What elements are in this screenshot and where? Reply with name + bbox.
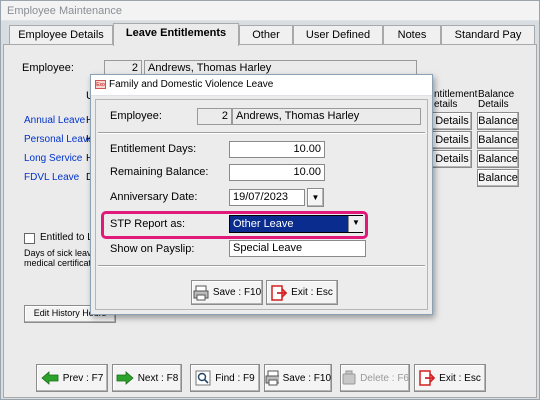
tab-notes[interactable]: Notes <box>383 25 441 45</box>
employee-label: Employee: <box>22 62 74 74</box>
balance-button-fdvl[interactable]: Balance <box>477 169 519 187</box>
find-button-label: Find : F9 <box>215 372 255 384</box>
balance-button-long-service[interactable]: Balance <box>477 150 519 168</box>
next-button-label: Next : F8 <box>137 372 179 384</box>
window-title: Employee Maintenance <box>1 1 539 21</box>
delete-button-label: Delete : F6 <box>360 372 409 384</box>
dialog-save-label: Save : F10 <box>212 287 262 298</box>
leave-name-long-service[interactable]: Long Service <box>24 153 82 164</box>
search-icon <box>195 370 211 386</box>
leave-name-fdvl[interactable]: FDVL Leave <box>24 172 79 183</box>
date-dropdown-button[interactable]: ▼ <box>307 188 324 207</box>
stp-report-value: Other Leave <box>233 218 294 230</box>
delete-button[interactable]: Delete : F6 <box>340 364 410 392</box>
column-header-entitlement-2: etails <box>434 99 458 110</box>
anniversary-date-label: Anniversary Date: <box>110 191 198 203</box>
dialog-title: Family and Domestic Violence Leave <box>109 79 274 90</box>
delete-icon <box>342 370 356 385</box>
save-button-label: Save : F10 <box>282 372 331 384</box>
printer-save-icon <box>265 370 279 386</box>
left-arrow-icon <box>41 371 59 385</box>
dialog-divider-bottom <box>98 265 425 267</box>
show-on-payslip-input[interactable]: Special Leave <box>229 240 366 257</box>
prev-button-label: Prev : F7 <box>62 372 104 384</box>
details-button-personal[interactable]: Details <box>432 131 472 149</box>
tab-standard-pay[interactable]: Standard Pay <box>441 25 535 45</box>
dialog-title-bar: Exo Family and Domestic Violence Leave <box>91 75 432 96</box>
prev-button[interactable]: Prev : F7 <box>36 364 108 392</box>
exit-button[interactable]: Exit : Esc <box>414 364 486 392</box>
find-button[interactable]: Find : F9 <box>190 364 260 392</box>
tab-other[interactable]: Other <box>239 25 293 45</box>
tab-user-defined[interactable]: User Defined <box>293 25 383 45</box>
right-arrow-icon <box>116 371 134 385</box>
balance-button-annual[interactable]: Balance <box>477 112 519 130</box>
dialog-divider-top <box>98 132 425 134</box>
stp-report-select[interactable]: Other Leave <box>229 215 363 233</box>
tab-leave-entitlements[interactable]: Leave Entitlements <box>113 23 239 46</box>
exit-icon <box>419 370 436 386</box>
dialog-exit-label: Exit : Esc <box>291 287 333 298</box>
sick-leave-note-2: medical certificate <box>24 258 97 268</box>
tab-employee-details[interactable]: Employee Details <box>9 25 113 45</box>
remaining-balance-input[interactable]: 10.00 <box>229 164 325 181</box>
details-button-long-service[interactable]: Details <box>432 150 472 168</box>
dialog-exit-button[interactable]: Exit : Esc <box>266 280 338 305</box>
tab-strip: Employee Details Leave Entitlements Othe… <box>3 23 537 46</box>
exit-button-label: Exit : Esc <box>439 372 481 384</box>
printer-save-icon <box>193 285 209 300</box>
next-button[interactable]: Next : F8 <box>112 364 182 392</box>
dialog-save-button[interactable]: Save : F10 <box>191 280 263 305</box>
dialog-employee-name: Andrews, Thomas Harley <box>232 108 421 125</box>
entitlement-days-input[interactable]: 10.00 <box>229 141 325 158</box>
dialog-employee-number: 2 <box>197 108 232 125</box>
anniversary-date-input[interactable]: 19/07/2023 <box>229 189 305 206</box>
show-on-payslip-label: Show on Payslip: <box>110 243 195 255</box>
balance-button-personal[interactable]: Balance <box>477 131 519 149</box>
fdvl-dialog: Exo Family and Domestic Violence Leave E… <box>90 74 433 315</box>
leave-name-personal[interactable]: Personal Leave <box>24 134 94 145</box>
chevron-down-icon: ▼ <box>311 193 320 202</box>
dialog-employee-label: Employee: <box>110 110 162 122</box>
stp-dropdown-arrow[interactable]: ▼ <box>348 216 363 232</box>
exit-icon <box>271 284 288 301</box>
app-icon: Exo <box>95 80 106 89</box>
entitlement-days-label: Entitlement Days: <box>110 143 197 155</box>
stp-report-label: STP Report as: <box>110 218 185 230</box>
entitled-checkbox[interactable] <box>24 233 35 244</box>
sick-leave-note-1: Days of sick leave <box>24 248 97 258</box>
column-header-balance-2: Details <box>478 99 509 110</box>
save-button[interactable]: Save : F10 <box>264 364 332 392</box>
chevron-down-icon: ▼ <box>352 218 360 227</box>
remaining-balance-label: Remaining Balance: <box>110 166 209 178</box>
dialog-body: Employee: 2 Andrews, Thomas Harley Entit… <box>95 99 428 310</box>
leave-name-annual[interactable]: Annual Leave <box>24 115 85 126</box>
details-button-annual[interactable]: Details <box>432 112 472 130</box>
